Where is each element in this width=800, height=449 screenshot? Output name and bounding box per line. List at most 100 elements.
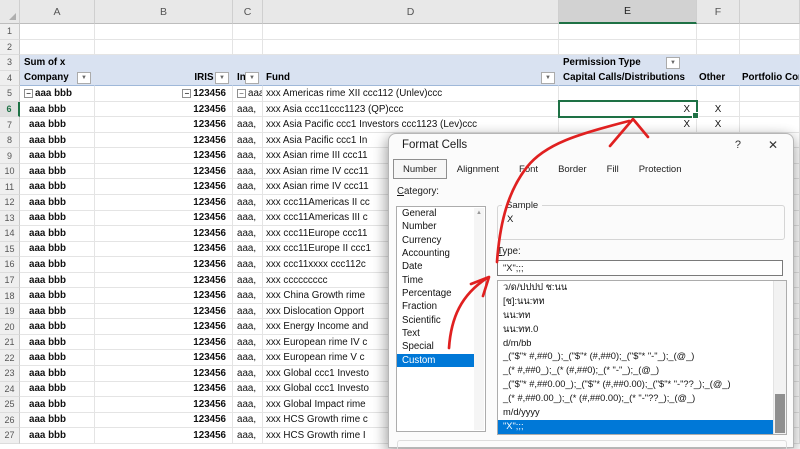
cell-C9[interactable]: aaa, [233, 148, 263, 164]
row-header-1[interactable]: 1 [0, 24, 20, 40]
cell-D7[interactable]: xxx Asia Pacific ccc1 Investors ccc1123 … [263, 117, 559, 133]
cell-A12[interactable]: aaa bbb [20, 195, 95, 211]
row-header-4[interactable]: 4 [0, 71, 20, 87]
cell-C10[interactable]: aaa, [233, 164, 263, 180]
select-all-corner[interactable] [0, 0, 20, 24]
cell-A5[interactable]: −aaa bbb [20, 86, 95, 102]
filter-button-C4[interactable]: ▼ [245, 72, 259, 84]
cell-B23[interactable]: 123456 [95, 366, 233, 382]
row-header-10[interactable]: 10 [0, 164, 20, 180]
cell-B17[interactable]: 123456 [95, 273, 233, 289]
cell-D4[interactable]: Fund▼ [263, 71, 559, 87]
cell-B26[interactable]: 123456 [95, 413, 233, 429]
format-code-item-4[interactable]: d/m/bb [498, 337, 774, 351]
cell-B10[interactable]: 123456 [95, 164, 233, 180]
row-header-15[interactable]: 15 [0, 242, 20, 258]
tab-font[interactable]: Font [509, 159, 548, 179]
cell-E1[interactable] [559, 24, 697, 40]
row-header-7[interactable]: 7 [0, 117, 20, 133]
cell-A1[interactable] [20, 24, 95, 40]
row-header-24[interactable]: 24 [0, 382, 20, 398]
row-header-23[interactable]: 23 [0, 366, 20, 382]
row-header-18[interactable]: 18 [0, 288, 20, 304]
format-code-item-10[interactable]: "X";;; [498, 420, 774, 434]
cell-D5[interactable]: xxx Americas rime XII ccc112 (Unlev)ccc [263, 86, 559, 102]
tab-border[interactable]: Border [548, 159, 597, 179]
row-header-21[interactable]: 21 [0, 335, 20, 351]
cell-B25[interactable]: 123456 [95, 397, 233, 413]
cell-E2[interactable] [559, 40, 697, 56]
category-custom[interactable]: Custom [397, 354, 475, 367]
format-code-item-2[interactable]: นน:ทท [498, 309, 774, 323]
row-header-22[interactable]: 22 [0, 350, 20, 366]
cell-B11[interactable]: 123456 [95, 179, 233, 195]
category-time[interactable]: Time [397, 274, 475, 287]
row-header-9[interactable]: 9 [0, 148, 20, 164]
cell-A13[interactable]: aaa bbb [20, 211, 95, 227]
cell-A10[interactable]: aaa bbb [20, 164, 95, 180]
scroll-up-icon[interactable]: ▲ [474, 210, 484, 216]
cell-A19[interactable]: aaa bbb [20, 304, 95, 320]
row-header-17[interactable]: 17 [0, 273, 20, 289]
row-header-8[interactable]: 8 [0, 133, 20, 149]
cell-A2[interactable] [20, 40, 95, 56]
cell-C13[interactable]: aaa, [233, 211, 263, 227]
cell-C8[interactable]: aaa, [233, 133, 263, 149]
format-code-item-3[interactable]: นน:ทท.0 [498, 323, 774, 337]
row-header-13[interactable]: 13 [0, 211, 20, 227]
cell-C1[interactable] [233, 24, 263, 40]
cell-D2[interactable] [263, 40, 559, 56]
cell-G6[interactable] [740, 102, 800, 118]
format-code-item-0[interactable]: ว/ด/ปปปป ช:นน [498, 281, 774, 295]
cell-B20[interactable]: 123456 [95, 319, 233, 335]
category-scrollbar[interactable]: ▲ [474, 208, 484, 430]
cell-A11[interactable]: aaa bbb [20, 179, 95, 195]
cell-C2[interactable] [233, 40, 263, 56]
cell-A9[interactable]: aaa bbb [20, 148, 95, 164]
cell-F6[interactable]: X [697, 102, 740, 118]
cell-A14[interactable]: aaa bbb [20, 226, 95, 242]
cell-A16[interactable]: aaa bbb [20, 257, 95, 273]
cell-C4[interactable]: Inve▼ [233, 71, 263, 87]
tab-alignment[interactable]: Alignment [447, 159, 509, 179]
cell-G7[interactable] [740, 117, 800, 133]
cell-C19[interactable]: aaa, [233, 304, 263, 320]
cell-B15[interactable]: 123456 [95, 242, 233, 258]
row-header-27[interactable]: 27 [0, 428, 20, 444]
format-code-scrollbar[interactable] [773, 281, 786, 434]
row-header-26[interactable]: 26 [0, 413, 20, 429]
column-header-A[interactable]: A [20, 0, 95, 24]
cell-A20[interactable]: aaa bbb [20, 319, 95, 335]
row-header-6[interactable]: 6 [0, 102, 20, 118]
cell-C12[interactable]: aaa, [233, 195, 263, 211]
cell-G5[interactable] [740, 86, 800, 102]
cell-E3[interactable]: Permission Type▼ [559, 55, 697, 71]
category-date[interactable]: Date [397, 260, 475, 273]
cell-B24[interactable]: 123456 [95, 382, 233, 398]
cell-E7[interactable]: X [559, 117, 697, 133]
category-percentage[interactable]: Percentage [397, 287, 475, 300]
cell-E4[interactable]: Capital Calls/Distributions [559, 71, 697, 87]
cell-B18[interactable]: 123456 [95, 288, 233, 304]
cell-B27[interactable]: 123456 [95, 428, 233, 444]
cell-A23[interactable]: aaa bbb [20, 366, 95, 382]
cell-B2[interactable] [95, 40, 233, 56]
scrollbar-thumb[interactable] [775, 394, 785, 433]
cell-F5[interactable] [697, 86, 740, 102]
cell-B7[interactable]: 123456 [95, 117, 233, 133]
cell-C25[interactable]: aaa, [233, 397, 263, 413]
cell-C14[interactable]: aaa, [233, 226, 263, 242]
column-header-right[interactable] [740, 0, 800, 24]
row-header-5[interactable]: 5 [0, 86, 20, 102]
cell-C15[interactable]: aaa, [233, 242, 263, 258]
category-general[interactable]: General [397, 207, 475, 220]
cell-C21[interactable]: aaa, [233, 335, 263, 351]
row-header-3[interactable]: 3 [0, 55, 20, 71]
category-text[interactable]: Text [397, 327, 475, 340]
cell-A18[interactable]: aaa bbb [20, 288, 95, 304]
type-input[interactable]: "X";;; [497, 260, 783, 276]
cell-G2[interactable] [740, 40, 800, 56]
cell-B21[interactable]: 123456 [95, 335, 233, 351]
collapse-button-C5[interactable]: − [237, 89, 246, 98]
cell-D6[interactable]: xxx Asia ccc11ccc1123 (QP)ccc [263, 102, 559, 118]
